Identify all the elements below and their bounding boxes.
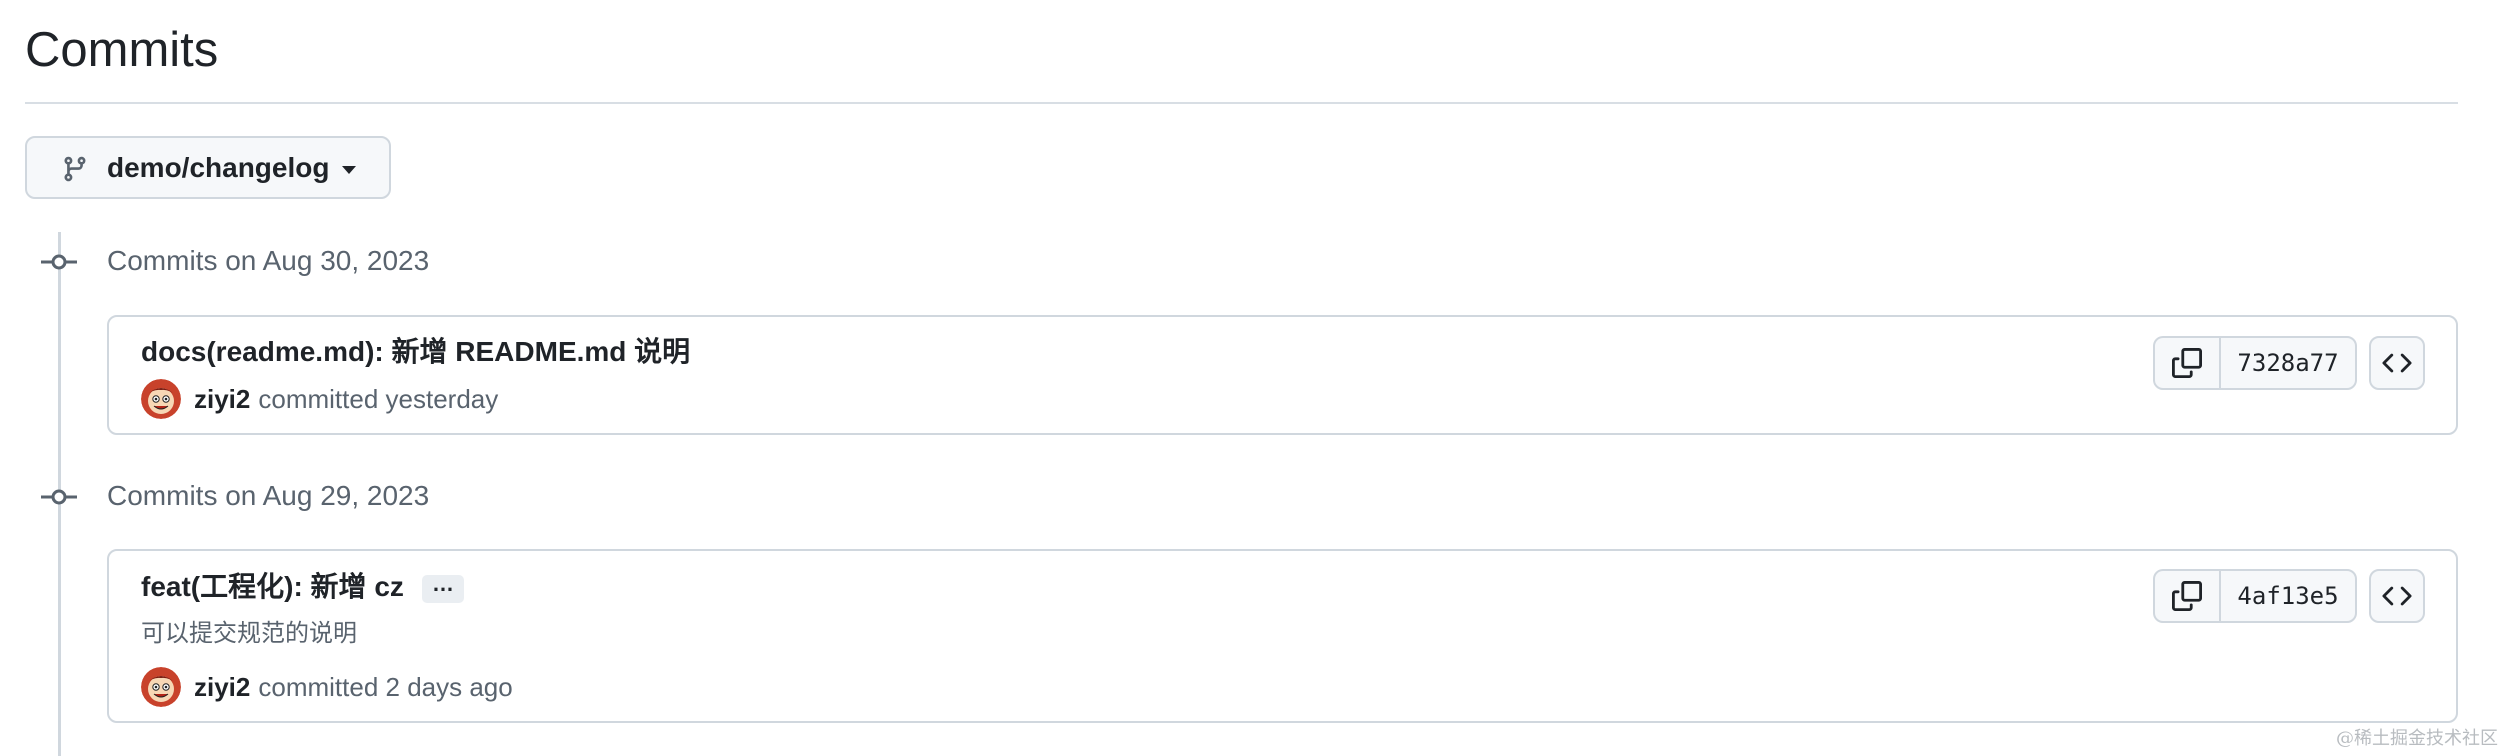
commit-sha-group: 7328a77 — [2153, 336, 2357, 390]
commit-title-link[interactable]: docs(readme.md): 新增 README.md 说明 — [141, 335, 690, 369]
commit-body-text: 可以提交规范的说明 — [141, 620, 357, 647]
git-commit-icon — [41, 489, 77, 505]
browse-repository-button[interactable] — [2369, 569, 2425, 623]
commit-group-heading: Commits on Aug 29, 2023 — [107, 480, 430, 511]
copy-icon — [2172, 581, 2202, 611]
avatar-image — [141, 667, 181, 707]
commits-page: Commits demo/changelog Commits on Aug 30… — [0, 0, 2506, 756]
commit-sha-link[interactable]: 7328a77 — [2221, 338, 2355, 388]
branch-selector-button[interactable]: demo/changelog — [25, 136, 391, 199]
commit-author-row: ziyi2 committed 2 days ago — [141, 667, 513, 707]
git-branch-icon — [64, 156, 86, 182]
commit-author-row: ziyi2 committed yesterday — [141, 379, 498, 419]
expand-commit-body-button[interactable]: … — [422, 573, 464, 603]
browse-repository-button[interactable] — [2369, 336, 2425, 390]
triangle-down-icon — [342, 166, 356, 174]
commit-author-link[interactable]: ziyi2 — [194, 672, 250, 703]
avatar[interactable] — [141, 667, 181, 707]
commit-list-item: feat(工程化): 新增 cz … 可以提交规范的说明 ziyi2 commi… — [107, 549, 2458, 723]
avatar-image — [141, 379, 181, 419]
page-title: Commits — [25, 23, 219, 77]
git-commit-icon — [41, 254, 77, 270]
copy-sha-button[interactable] — [2155, 338, 2221, 388]
commit-relative-time: committed 2 days ago — [258, 671, 513, 702]
branch-label: demo/changelog — [107, 152, 330, 183]
commit-sha-link[interactable]: 4af13e5 — [2221, 571, 2355, 621]
avatar[interactable] — [141, 379, 181, 419]
commit-sha-group: 4af13e5 — [2153, 569, 2357, 623]
commit-list-item: docs(readme.md): 新增 README.md 说明 ziyi2 c… — [107, 315, 2458, 435]
code-icon — [2382, 586, 2412, 606]
copy-icon — [2172, 348, 2202, 378]
watermark: @稀土掘金技术社区 — [2336, 728, 2498, 749]
code-icon — [2382, 353, 2412, 373]
title-divider — [25, 102, 2458, 104]
copy-sha-button[interactable] — [2155, 571, 2221, 621]
commit-title-link[interactable]: feat(工程化): 新增 cz — [141, 570, 404, 604]
commit-relative-time: committed yesterday — [258, 383, 499, 414]
commit-group-heading: Commits on Aug 30, 2023 — [107, 245, 430, 276]
commit-author-link[interactable]: ziyi2 — [194, 384, 250, 415]
